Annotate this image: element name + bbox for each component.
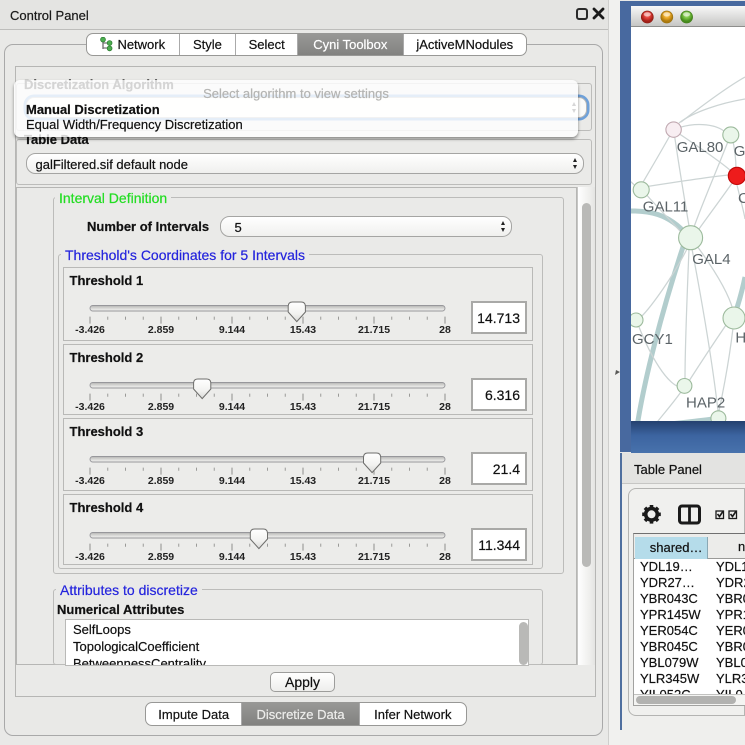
svg-text:GA: GA <box>734 143 745 160</box>
svg-text:GAL11: GAL11 <box>643 199 689 216</box>
svg-text:2.859: 2.859 <box>148 324 174 336</box>
svg-text:15.43: 15.43 <box>290 551 316 563</box>
svg-text:28: 28 <box>439 324 451 336</box>
svg-text:HAP2: HAP2 <box>686 395 725 412</box>
svg-text:GCY1: GCY1 <box>632 331 673 348</box>
svg-text:28: 28 <box>439 401 451 413</box>
svg-text:21.715: 21.715 <box>358 401 390 413</box>
svg-text:9.144: 9.144 <box>219 551 245 563</box>
svg-text:15.43: 15.43 <box>290 475 316 487</box>
svg-text:21.715: 21.715 <box>358 324 390 336</box>
svg-text:15.43: 15.43 <box>290 324 316 336</box>
svg-text:-3.426: -3.426 <box>75 401 105 413</box>
svg-text:-3.426: -3.426 <box>75 324 105 336</box>
svg-text:GAL4: GAL4 <box>692 251 730 268</box>
svg-text:2.859: 2.859 <box>148 551 174 563</box>
svg-text:28: 28 <box>439 551 451 563</box>
svg-text:21.715: 21.715 <box>358 551 390 563</box>
svg-text:9.144: 9.144 <box>219 475 245 487</box>
svg-text:15.43: 15.43 <box>290 401 316 413</box>
svg-text:2.859: 2.859 <box>148 475 174 487</box>
svg-text:C: C <box>738 190 745 207</box>
svg-text:-3.426: -3.426 <box>75 475 105 487</box>
svg-text:GAL80: GAL80 <box>677 139 724 156</box>
svg-text:-3.426: -3.426 <box>75 551 105 563</box>
svg-text:H: H <box>735 330 745 347</box>
svg-text:28: 28 <box>439 475 451 487</box>
svg-text:9.144: 9.144 <box>219 401 245 413</box>
svg-text:9.144: 9.144 <box>219 324 245 336</box>
svg-text:21.715: 21.715 <box>358 475 390 487</box>
svg-text:2.859: 2.859 <box>148 401 174 413</box>
